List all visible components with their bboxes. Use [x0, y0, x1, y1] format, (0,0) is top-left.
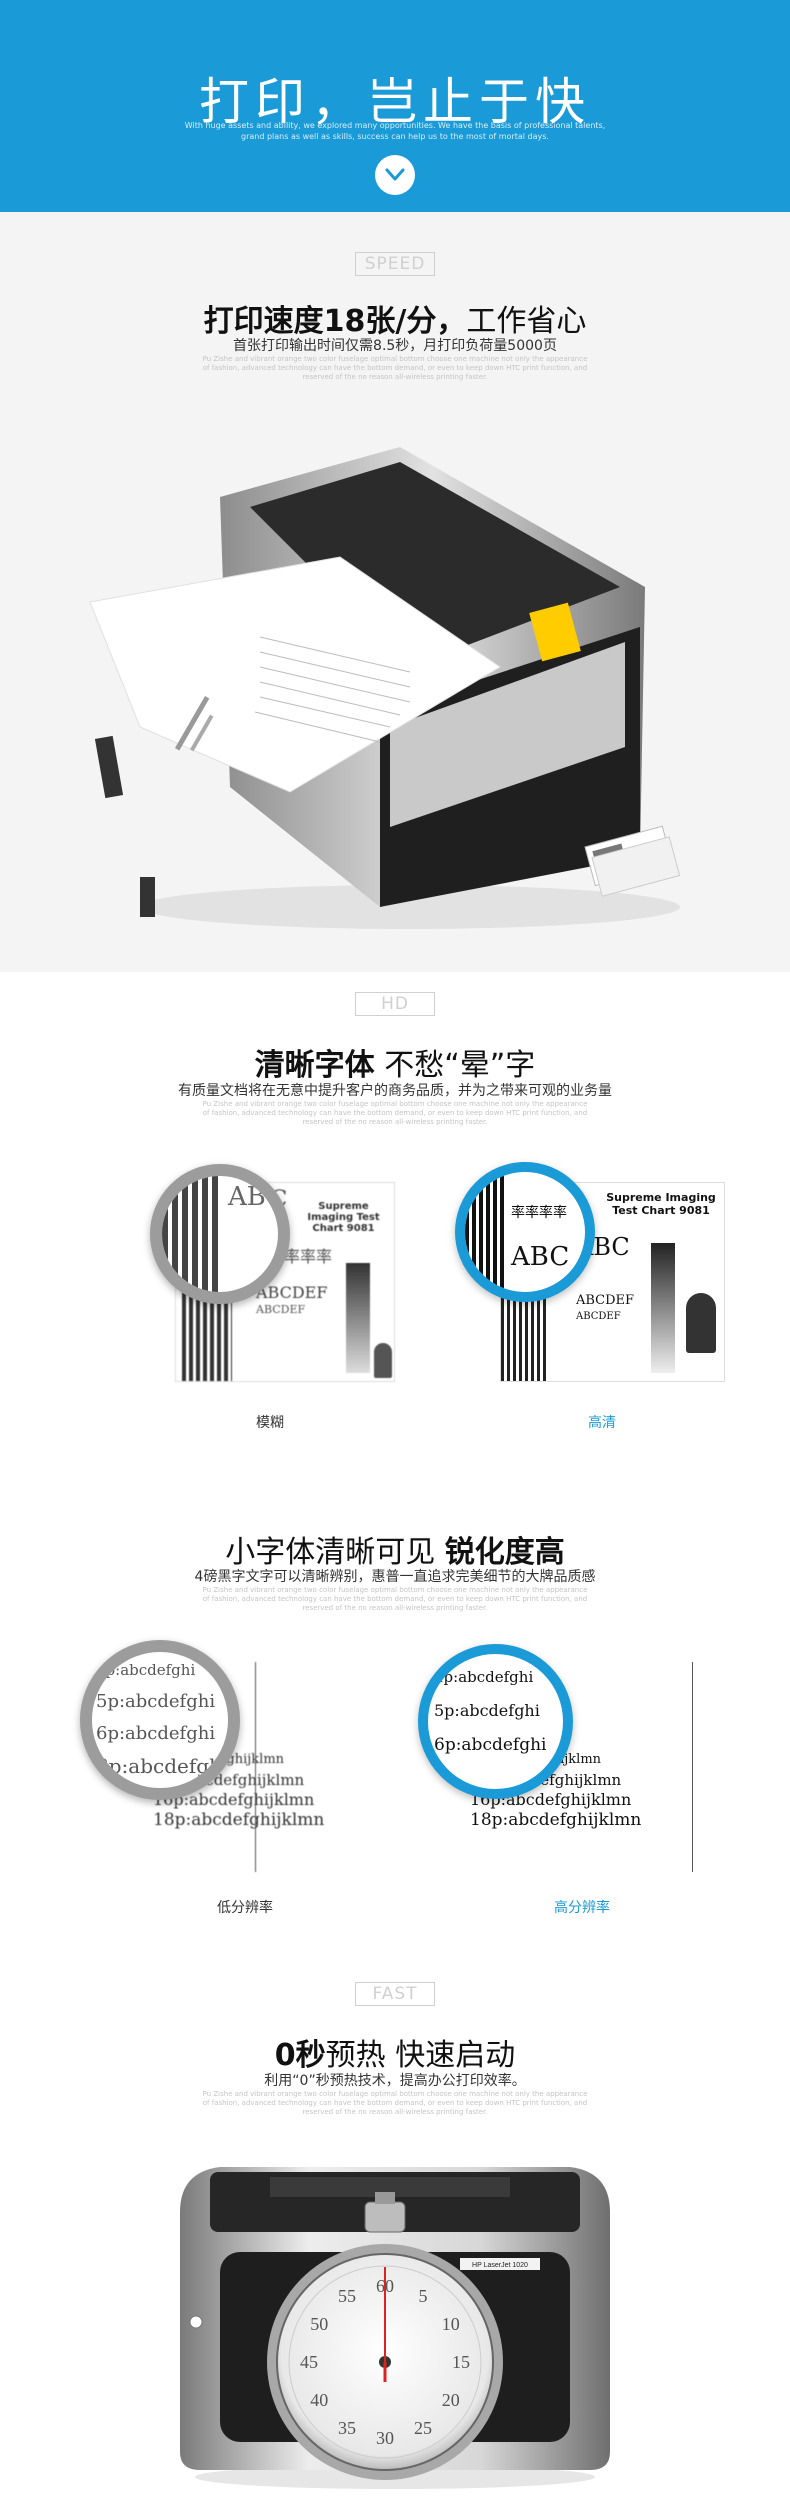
chart-title: Supreme Imaging Test Chart 9081 — [307, 1201, 380, 1234]
page: 打印，岂止于快 With huge assets and ability, we… — [0, 0, 790, 2509]
printer-stopwatch-image: HP LaserJet 1020 60510152025303540455055 — [180, 2167, 610, 2489]
hd-section: HD 清晰字体 不愁“晕”字 有质量文档将在无意中提升客户的商务品质，并为之带来… — [0, 972, 790, 1492]
high-res-magnifier: 4p:abcdefghi 5p:abcdefghi 6p:abcdefghi — [418, 1644, 573, 1799]
magnified-barcode — [465, 1172, 505, 1292]
speed-fine-print: Pu Zishe and vibrant orange two color fu… — [202, 355, 588, 381]
speed-subtitle: 首张打印输出时间仅需8.5秒，月打印负荷量5000页 — [233, 338, 557, 354]
speed-title-bold: 打印速度18张/分， — [203, 304, 467, 339]
magnified-lines: 4p:abcdefghi 5p:abcdefghi 6p:abcdefghi 8… — [96, 1654, 229, 1782]
small-title: 小字体清晰可见 锐化度高 — [0, 1527, 790, 1571]
hd-title: 清晰字体 不愁“晕”字 — [0, 1040, 790, 1084]
high-res-caption: 高分辨率 — [554, 1900, 610, 1916]
dial-number: 25 — [414, 2418, 432, 2438]
line-18p: 18p:abcdefghijklmn — [470, 1810, 642, 1830]
dial-number: 10 — [442, 2314, 460, 2334]
dial-number: 55 — [338, 2286, 356, 2306]
sharp-caption: 高清 — [588, 1415, 616, 1431]
speed-section: SPEED 打印速度18张/分，工作省心 首张打印输出时间仅需8.5秒，月打印负… — [0, 212, 790, 972]
hero-banner: 打印，岂止于快 With huge assets and ability, we… — [0, 0, 790, 212]
hd-subtitle: 有质量文档将在无意中提升客户的商务品质，并为之带来可观的业务量 — [178, 1083, 612, 1099]
low-res-caption: 低分辨率 — [217, 1900, 273, 1916]
sample-small: ABCDEF — [576, 1311, 621, 1322]
hd-fine-print: Pu Zishe and vibrant orange two color fu… — [202, 1100, 588, 1126]
sample-small: ABCDEF — [256, 1303, 306, 1316]
small-fine-print: Pu Zishe and vibrant orange two color fu… — [202, 1586, 588, 1612]
blurry-magnifier: ABC — [150, 1164, 290, 1304]
line-4p: 4p:abcdefghi — [96, 1661, 196, 1679]
dial-number: 35 — [338, 2418, 356, 2438]
fast-title-rest: 预热 快速启动 — [325, 2038, 516, 2073]
magnified-cjk: 率率率率 — [511, 1205, 567, 1221]
magnified-barcode — [162, 1176, 222, 1292]
dial-number: 40 — [310, 2390, 328, 2410]
line-5p: 5p:abcdefghi — [96, 1691, 216, 1712]
fast-tag: FAST — [355, 1982, 435, 2006]
small-title-rest: 小字体清晰可见 — [225, 1535, 445, 1570]
dial-number: 45 — [300, 2352, 318, 2372]
scroll-down-button[interactable] — [375, 155, 415, 195]
line-4p: 4p:abcdefghi — [434, 1668, 534, 1686]
balloon-icon — [374, 1343, 392, 1378]
line-6p: 6p:abcdefghi — [96, 1723, 216, 1744]
divider — [692, 1662, 693, 1872]
sample-mid: ABCDEF — [576, 1293, 635, 1308]
fast-title: 0秒预热 快速启动 — [0, 2030, 790, 2074]
magnified-abc: ABC — [511, 1242, 570, 1272]
balloon-icon — [686, 1293, 716, 1353]
fast-section: FAST 0秒预热 快速启动 利用“0”秒预热技术，提高办公打印效率。 Pu Z… — [0, 1962, 790, 2509]
gray-scale-bar — [651, 1243, 675, 1373]
line-18p: 18p:abcdefghijklmn — [153, 1810, 325, 1830]
dial-number: 30 — [376, 2428, 394, 2448]
line-5p: 5p:abcdefghi — [434, 1701, 540, 1720]
sharp-magnifier: 率率率率 ABC — [455, 1162, 595, 1302]
fast-fine-print: Pu Zishe and vibrant orange two color fu… — [202, 2090, 588, 2116]
fast-title-bold: 0秒 — [274, 2038, 326, 2073]
dial-number: 15 — [452, 2352, 470, 2372]
dial-number: 20 — [442, 2390, 460, 2410]
fast-subtitle: 利用“0”秒预热技术，提高办公打印效率。 — [264, 2073, 526, 2089]
printer-with-paper-image — [89, 447, 681, 929]
magnified-lines: 4p:abcdefghi 5p:abcdefghi 6p:abcdefghi — [434, 1660, 546, 1762]
small-title-bold: 锐化度高 — [444, 1535, 565, 1570]
speed-title: 打印速度18张/分，工作省心 — [0, 296, 790, 340]
divider — [255, 1662, 256, 1872]
printer-model-label: HP LaserJet 1020 — [472, 2262, 528, 2269]
hd-title-rest: 不愁“晕”字 — [374, 1048, 536, 1083]
small-font-section: 小字体清晰可见 锐化度高 4磅黑字文字可以清晰辨别，惠普一直追求完美细节的大牌品… — [0, 1492, 790, 1962]
line-8p: 8p:abcdefghijklmn — [96, 1754, 229, 1778]
chevron-down-icon — [385, 168, 405, 181]
small-subtitle: 4磅黑字文字可以清晰辨别，惠普一直追求完美细节的大牌品质感 — [194, 1569, 596, 1585]
speed-tag: SPEED — [355, 252, 435, 276]
blurry-caption: 模糊 — [256, 1415, 284, 1431]
hero-subtitle: With huge assets and ability, we explore… — [184, 121, 606, 141]
hd-title-bold: 清晰字体 — [254, 1048, 375, 1083]
chart-title: Supreme Imaging Test Chart 9081 — [606, 1191, 716, 1217]
gray-scale-bar — [346, 1263, 370, 1373]
dial-number: 50 — [310, 2314, 328, 2334]
speed-title-rest: 工作省心 — [466, 304, 587, 339]
dial-number: 5 — [419, 2286, 428, 2306]
line-6p: 6p:abcdefghi — [434, 1735, 547, 1755]
magnified-abc: ABC — [228, 1182, 287, 1212]
hd-tag: HD — [355, 992, 435, 1016]
low-res-magnifier: 4p:abcdefghi 5p:abcdefghi 6p:abcdefghi 8… — [80, 1640, 240, 1800]
